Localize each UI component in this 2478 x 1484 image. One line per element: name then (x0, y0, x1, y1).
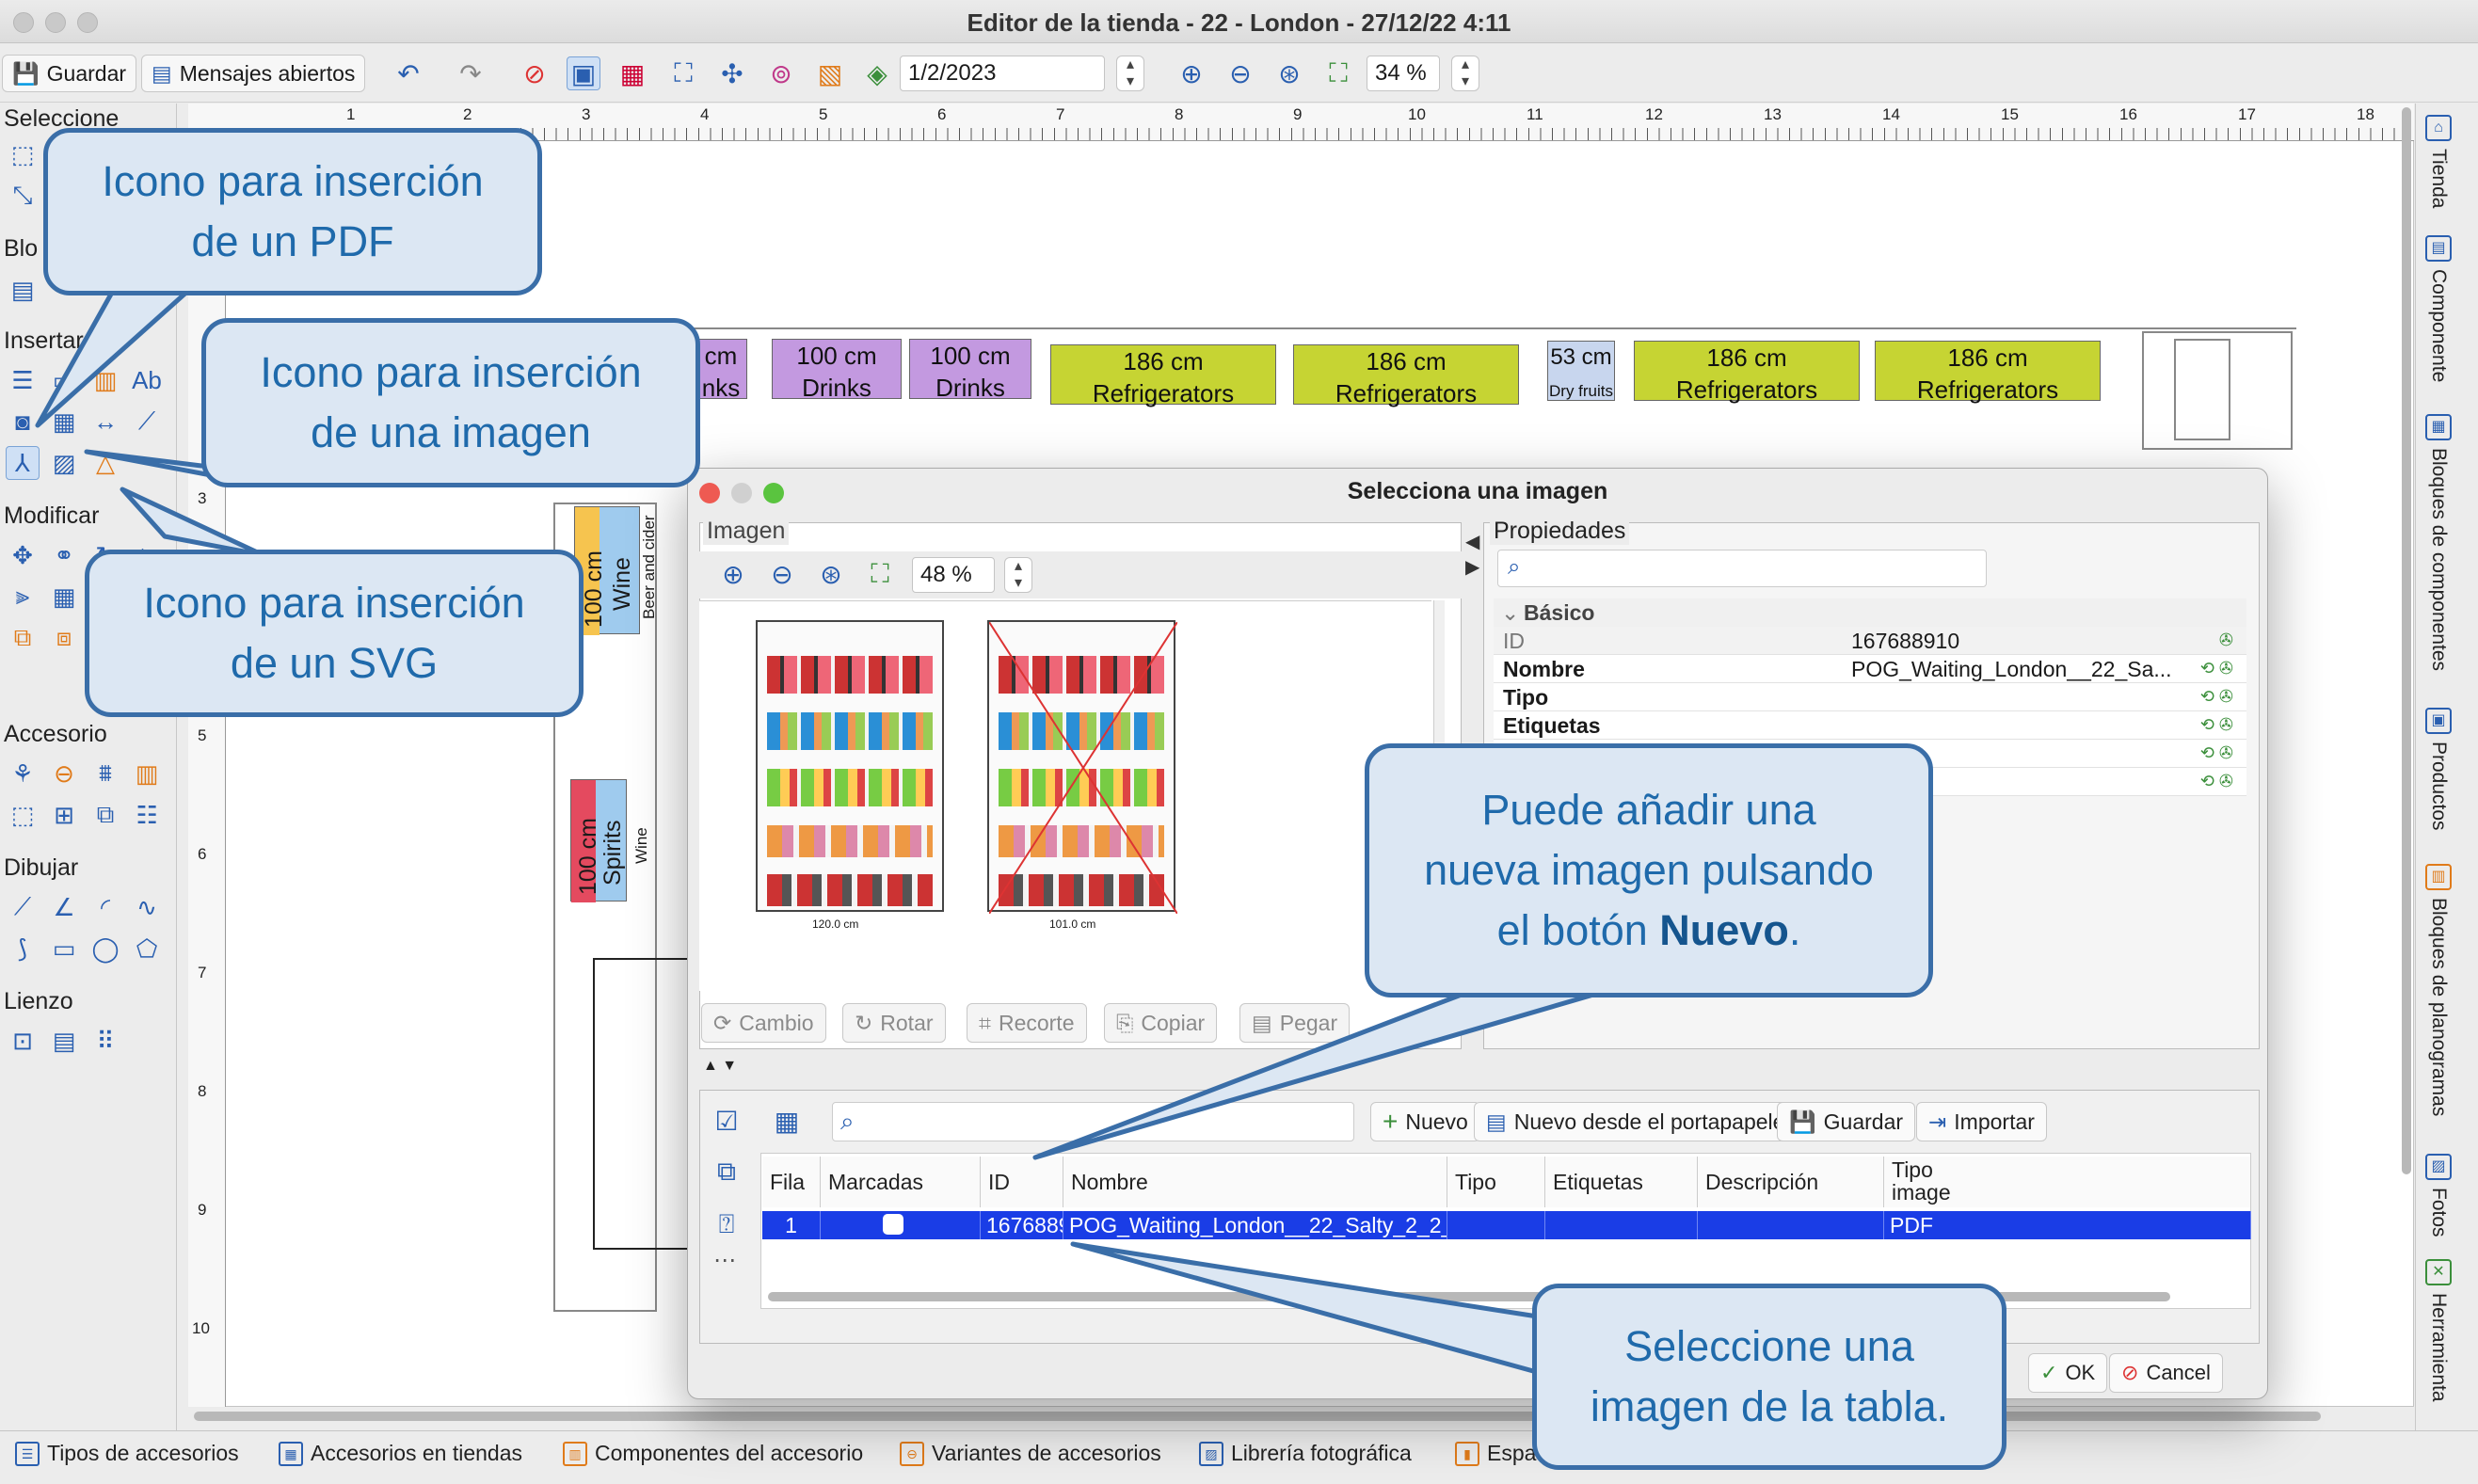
callout-pdf-icon: Icono para inserción de un PDF (43, 128, 542, 295)
callout-svg-icon: Icono para inserción de un SVG (85, 550, 584, 717)
callout-image-icon: Icono para inserción de una imagen (201, 318, 700, 487)
callout-new-button: Puede añadir una nueva imagen pulsando el … (1365, 743, 1933, 997)
callout-select-row: Seleccione una imagen de la tabla. (1532, 1284, 2006, 1470)
